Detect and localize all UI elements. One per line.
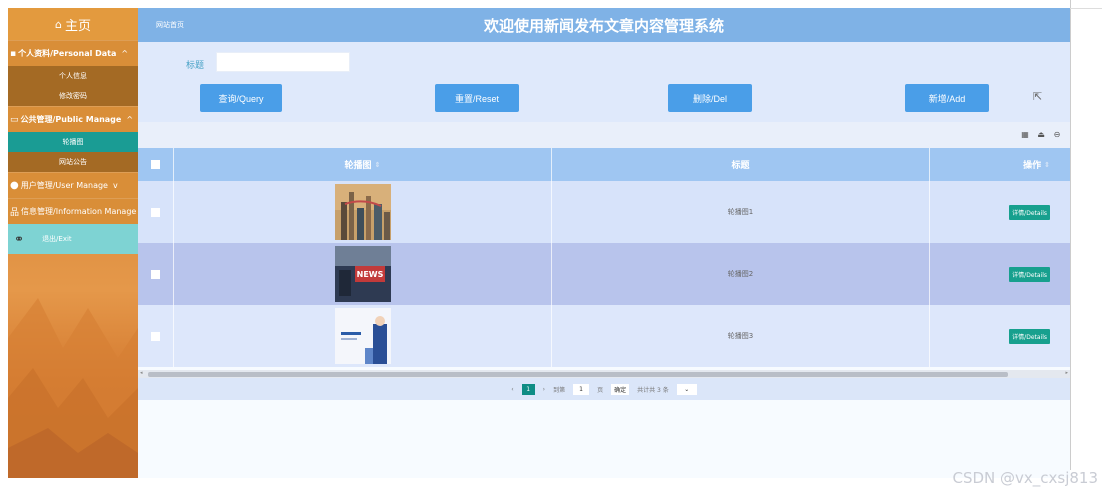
table-row: 轮播图3 详情/Details [138, 305, 1070, 367]
scrollbar-thumb[interactable] [148, 372, 1008, 377]
page-unit-label: 页 [597, 386, 604, 394]
row-checkbox[interactable] [151, 207, 160, 217]
details-button[interactable]: 详情/Details [1009, 266, 1050, 282]
app-root: ⌂ 主页 ▪ 个人资料/Personal Data ^ 个人信息 修改密码 ▭ … [0, 0, 1102, 493]
column-header-title[interactable]: 标题 [731, 158, 749, 171]
row-checkbox[interactable] [151, 269, 160, 279]
exit-icon: ⚭ [14, 232, 25, 246]
carousel-thumbnail-city[interactable] [334, 184, 391, 240]
carousel-thumbnail-news[interactable]: NEWS [334, 246, 391, 302]
scroll-left-arrow-icon[interactable]: ◂ [140, 370, 143, 376]
sidebar-item-label: 网站公告 [59, 158, 87, 166]
sidebar-item-label: 轮播图 [62, 138, 84, 146]
sidebar-group-users[interactable]: ● 用户管理/User Manage v [8, 172, 138, 198]
sidebar: ⌂ 主页 ▪ 个人资料/Personal Data ^ 个人信息 修改密码 ▭ … [8, 8, 138, 478]
users-icon: ● [10, 180, 19, 191]
row-title: 轮播图2 [727, 270, 754, 278]
reset-button[interactable]: 重置/Reset [435, 84, 519, 112]
scroll-right-arrow-icon[interactable]: ▸ [1065, 370, 1068, 376]
watermark: CSDN @vx_cxsj813 [952, 469, 1098, 487]
sidebar-group-information[interactable]: 品 信息管理/Information Manage v [8, 198, 138, 224]
main-content: 网站首页 欢迎使用新闻发布文章内容管理系统 标题 查询/Query 重置/Res… [138, 8, 1070, 478]
total-count: 共计共 3 条 [637, 386, 669, 394]
sidebar-item-label: 修改密码 [59, 92, 87, 100]
page-title: 欢迎使用新闻发布文章内容管理系统 [483, 16, 724, 35]
column-header-image[interactable]: 轮播图 [345, 158, 372, 171]
table-row: 轮播图1 详情/Details [138, 181, 1070, 243]
sidebar-group-label: 公共管理/Public Manage [20, 115, 122, 124]
sidebar-exit-label: 退出/Exit [42, 235, 72, 243]
select-all-checkbox[interactable] [151, 160, 160, 169]
table-row: NEWS 轮播图2 详情/Details [138, 243, 1070, 305]
sidebar-home[interactable]: ⌂ 主页 [8, 8, 138, 40]
details-button[interactable]: 详情/Details [1009, 204, 1050, 220]
columns-icon[interactable]: ▦ [1020, 129, 1030, 139]
row-title: 轮播图3 [727, 332, 754, 340]
sort-icon[interactable]: ⇕ [1044, 161, 1050, 169]
sidebar-group-label: 信息管理/Information Manage [21, 207, 137, 216]
sidebar-group-label: 用户管理/User Manage [20, 181, 108, 190]
export-icon[interactable]: ⏏ [1036, 129, 1046, 139]
row-checkbox[interactable] [151, 331, 160, 341]
page-size-select[interactable]: ⌄ [676, 383, 697, 395]
print-icon[interactable]: ⊖ [1052, 129, 1062, 139]
divider [1070, 8, 1102, 9]
row-title: 轮播图1 [727, 208, 754, 216]
data-table: 轮播图 ⇕ 标题 操作 ⇕ 轮播图1 详情/Details NEWS 轮播图2 … [138, 148, 1070, 367]
user-card-icon: ▪ [10, 48, 17, 59]
sidebar-item-change-password[interactable]: 修改密码 [8, 86, 138, 106]
add-button[interactable]: 新增/Add [905, 84, 989, 112]
query-button[interactable]: 查询/Query [200, 84, 282, 112]
svg-text:NEWS: NEWS [356, 270, 383, 279]
goto-page-input[interactable]: 1 [573, 383, 590, 395]
prev-page-icon[interactable]: ‹ [511, 386, 513, 393]
table-header: 轮播图 ⇕ 标题 操作 ⇕ [138, 148, 1070, 181]
monitor-icon: ▭ [10, 114, 19, 125]
sort-icon[interactable]: ⇕ [375, 161, 381, 169]
sidebar-item-site-notice[interactable]: 网站公告 [8, 152, 138, 172]
home-icon: ⌂ [55, 17, 62, 31]
filter-panel: 标题 查询/Query 重置/Reset 删除/Del 新增/Add [138, 42, 1070, 122]
page-number-current[interactable]: 1 [521, 383, 535, 395]
sidebar-item-personal-info[interactable]: 个人信息 [8, 66, 138, 86]
next-page-icon[interactable]: › [543, 386, 545, 393]
divider [1070, 0, 1071, 470]
sidebar-item-label: 个人信息 [59, 72, 87, 80]
goto-confirm-button[interactable]: 确定 [611, 383, 630, 395]
delete-button[interactable]: 删除/Del [668, 84, 752, 112]
sidebar-item-carousel[interactable]: 轮播图 [8, 132, 138, 152]
sidebar-background-mountains [8, 298, 138, 478]
chevron-up-icon: ^ [126, 115, 134, 124]
title-filter-input[interactable] [216, 52, 350, 72]
column-header-actions[interactable]: 操作 [1023, 158, 1041, 171]
pagination: ‹ 1 › 到第 1 页 确定 共计共 3 条 ⌄ [138, 378, 1070, 400]
sidebar-group-public[interactable]: ▭ 公共管理/Public Manage ^ [8, 106, 138, 132]
carousel-thumbnail-broadcast[interactable] [334, 308, 391, 364]
mouse-cursor-icon: ⇱ [1033, 90, 1043, 103]
chevron-down-icon: v [112, 181, 118, 190]
title-filter-label: 标题 [186, 61, 205, 71]
horizontal-scrollbar[interactable]: ◂ ▸ [138, 370, 1070, 378]
table-toolbar: ▦ ⏏ ⊖ [138, 122, 1070, 148]
sidebar-group-personal[interactable]: ▪ 个人资料/Personal Data ^ [8, 40, 138, 66]
goto-label: 到第 [553, 386, 566, 394]
sidebar-exit[interactable]: ⚭ 退出/Exit [8, 224, 138, 254]
top-bar: 网站首页 欢迎使用新闻发布文章内容管理系统 [138, 8, 1070, 42]
sitemap-icon: 品 [10, 208, 20, 218]
chevron-up-icon: ^ [121, 49, 129, 58]
sidebar-home-label: 主页 [64, 18, 91, 34]
details-button[interactable]: 详情/Details [1009, 328, 1050, 344]
sidebar-group-label: 个人资料/Personal Data [18, 49, 117, 58]
